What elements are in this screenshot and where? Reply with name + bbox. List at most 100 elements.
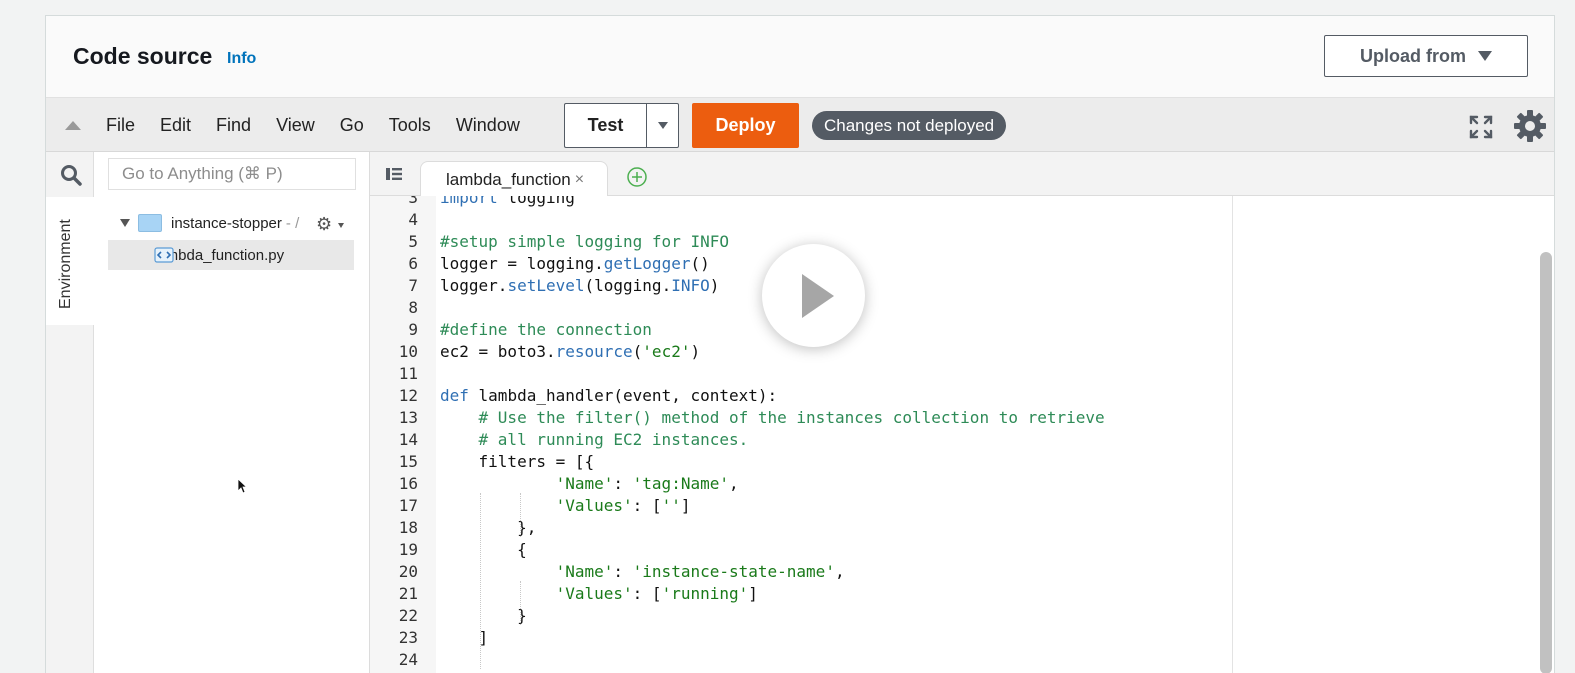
tab-list-icon[interactable] <box>385 166 403 182</box>
play-icon <box>802 274 834 318</box>
indent-guide <box>480 493 481 669</box>
search-icon[interactable] <box>60 164 82 186</box>
code-line: 11 <box>370 363 1554 385</box>
line-number: 3 <box>408 196 418 207</box>
line-number: 10 <box>398 342 418 361</box>
line-number: 22 <box>398 606 418 625</box>
test-button[interactable]: Test <box>564 103 646 148</box>
code-text: # all running EC2 instances. <box>440 430 749 449</box>
code-line: 14 # all running EC2 instances. <box>370 429 1554 451</box>
code-line: 20 'Name': 'instance-state-name', <box>370 561 1554 583</box>
video-play-button[interactable] <box>762 244 865 347</box>
menu-file[interactable]: File <box>106 115 135 136</box>
line-number: 17 <box>398 496 418 515</box>
code-editor[interactable]: 3 import logging 4 5 #setup simple logging f… <box>370 196 1554 673</box>
indent-guide <box>520 493 521 537</box>
gear-icon[interactable] <box>1512 108 1548 144</box>
code-text: filters = [{ <box>440 452 595 471</box>
code-text: logger.setLevel(logging.INFO) <box>440 276 720 295</box>
menu-go[interactable]: Go <box>340 115 364 136</box>
code-line: 18 }, <box>370 517 1554 539</box>
line-number: 20 <box>398 562 418 581</box>
go-to-anything-input[interactable] <box>108 158 356 190</box>
caret-down-icon <box>338 223 344 228</box>
menu-view[interactable]: View <box>276 115 315 136</box>
menu-find[interactable]: Find <box>216 115 251 136</box>
code-line: 21 'Values': ['running'] <box>370 583 1554 605</box>
code-lines: 3 import logging 4 5 #setup simple logging f… <box>370 196 1554 671</box>
test-dropdown-button[interactable] <box>646 103 679 148</box>
folder-path: - / <box>285 214 300 232</box>
caret-down-icon <box>1478 51 1492 61</box>
code-line: 7 logger.setLevel(logging.INFO) <box>370 275 1554 297</box>
code-text: import logging <box>440 196 575 207</box>
upload-from-label: Upload from <box>1360 45 1466 66</box>
code-text: # Use the filter() method of the instanc… <box>440 408 1105 427</box>
code-line: 4 <box>370 209 1554 231</box>
folder-icon <box>138 214 162 232</box>
environment-tab-label: Environment <box>57 219 74 309</box>
code-line: 24 <box>370 649 1554 671</box>
page-title: Code source <box>73 43 213 69</box>
folder-name: instance-stopper <box>171 214 282 232</box>
upload-from-button[interactable]: Upload from <box>1324 35 1528 77</box>
code-line: 15 filters = [{ <box>370 451 1554 473</box>
editor-scrollbar[interactable] <box>1540 252 1552 673</box>
code-line: 8 <box>370 297 1554 319</box>
side-strip: Environment <box>46 152 94 673</box>
line-number: 18 <box>398 518 418 537</box>
line-number: 8 <box>408 298 418 317</box>
code-text: ec2 = boto3.resource('ec2') <box>440 342 701 361</box>
test-button-group: Test <box>564 103 679 148</box>
code-text: #define the connection <box>440 320 652 339</box>
close-icon[interactable]: × <box>575 171 584 189</box>
deploy-button[interactable]: Deploy <box>692 103 799 148</box>
editor-tabbar: lambda_function × <box>370 152 1554 197</box>
code-text: }, <box>440 518 537 537</box>
line-number: 4 <box>408 210 418 229</box>
code-line: 16 'Name': 'tag:Name', <box>370 473 1554 495</box>
tab-lambda-function[interactable]: lambda_function × <box>420 161 608 197</box>
python-file-icon <box>154 247 174 263</box>
line-number: 19 <box>398 540 418 559</box>
code-text: logger = logging.getLogger() <box>440 254 710 273</box>
code-line: 6 logger = logging.getLogger() <box>370 253 1554 275</box>
menu-edit[interactable]: Edit <box>160 115 191 136</box>
line-number: 5 <box>408 232 418 251</box>
menu-tools[interactable]: Tools <box>389 115 431 136</box>
code-line: 12 def lambda_handler(event, context): <box>370 385 1554 407</box>
code-line: 9 #define the connection <box>370 319 1554 341</box>
line-number: 16 <box>398 474 418 493</box>
code-line: 19 { <box>370 539 1554 561</box>
line-number: 14 <box>398 430 418 449</box>
line-number: 12 <box>398 386 418 405</box>
panel-header: Code source Info Upload from <box>46 16 1554 97</box>
code-text: #setup simple logging for INFO <box>440 232 729 251</box>
tree-folder[interactable]: instance-stopper - / <box>120 214 299 232</box>
tree-file-item[interactable]: lambda_function.py <box>108 240 354 270</box>
line-number: 7 <box>408 276 418 295</box>
fullscreen-icon[interactable] <box>1468 114 1494 140</box>
file-tree: instance-stopper - / ⚙ lambda_function.p… <box>94 152 370 673</box>
folder-gear-icon[interactable]: ⚙ <box>316 214 332 235</box>
code-text: 'Values': [''] <box>555 496 691 515</box>
add-tab-icon[interactable] <box>626 166 648 188</box>
code-text: def lambda_handler(event, context): <box>440 386 778 405</box>
line-number: 24 <box>398 650 418 669</box>
info-link[interactable]: Info <box>227 50 256 68</box>
code-line: 13 # Use the filter() method of the inst… <box>370 407 1554 429</box>
line-number: 9 <box>408 320 418 339</box>
code-line: 22 } <box>370 605 1554 627</box>
line-number: 11 <box>398 364 418 383</box>
code-text: } <box>440 606 527 625</box>
collapse-up-icon[interactable] <box>65 121 81 130</box>
caret-down-icon[interactable] <box>120 219 130 227</box>
ide-toolbar: File Edit Find View Go Tools Window Test… <box>46 97 1554 152</box>
environment-tab[interactable]: Environment <box>46 197 94 325</box>
indent-guide <box>520 581 521 625</box>
code-text: 'Name': 'instance-state-name', <box>555 562 845 581</box>
menu-window[interactable]: Window <box>456 115 520 136</box>
code-text: { <box>440 540 527 559</box>
line-number: 6 <box>408 254 418 273</box>
code-line: 17 'Values': [''] <box>370 495 1554 517</box>
